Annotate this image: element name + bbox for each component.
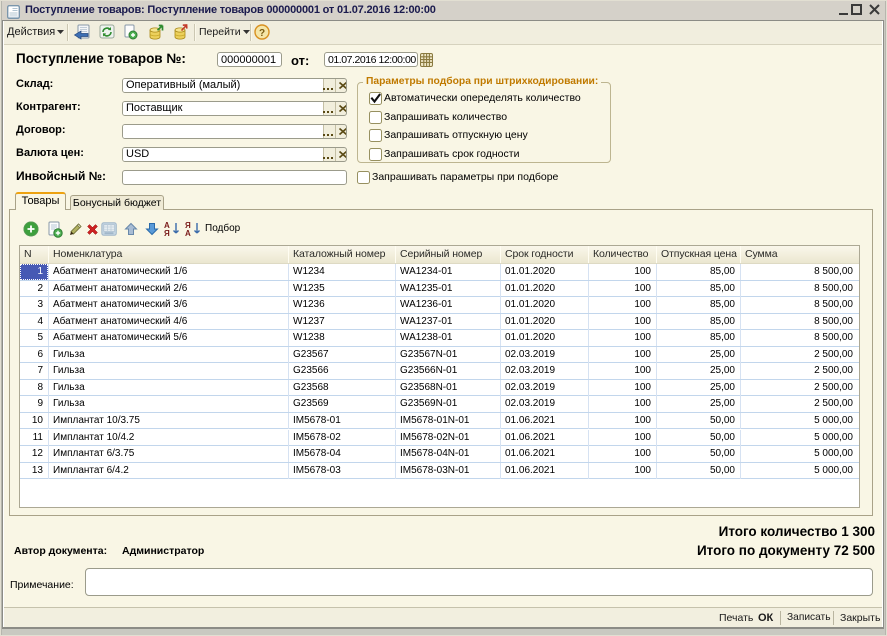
svg-text:А: А	[185, 229, 191, 238]
svg-text:?: ?	[259, 28, 265, 39]
svg-text:Я: Я	[164, 229, 170, 238]
